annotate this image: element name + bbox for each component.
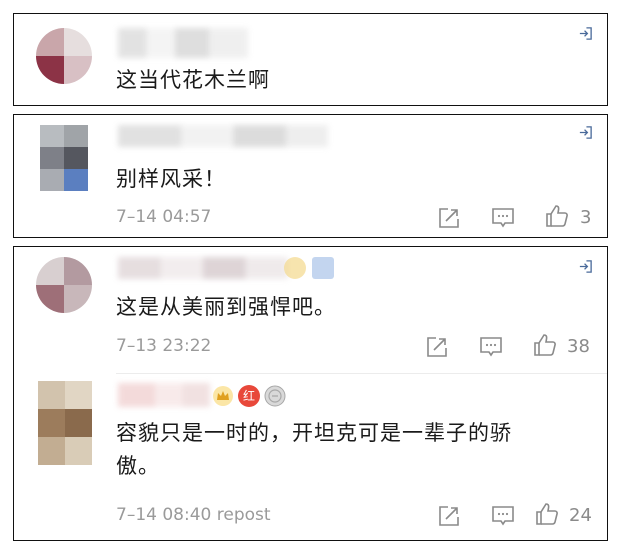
comment-card-3: 这是从美丽到强悍吧。 7–13 23:22 38 红 容貌只是一时的，开坦克可是… [13,246,608,541]
timestamp: 7–14 08:40 repost [116,505,271,525]
share-icon[interactable] [436,205,462,231]
thumbs-up-icon[interactable] [532,332,558,358]
username[interactable] [118,383,210,407]
reply-corner-icon[interactable] [578,259,593,274]
avatar[interactable] [36,28,92,84]
comment-text: 别样风采！ [116,167,226,191]
badge-icon [312,257,334,279]
username[interactable] [118,125,328,147]
thumbs-up-icon[interactable] [534,501,560,527]
timestamp: 7–13 23:22 [116,336,212,356]
silver-medal-icon [264,385,286,407]
comment-icon[interactable] [478,334,504,360]
username[interactable] [118,257,288,279]
red-badge-icon: 红 [238,385,260,407]
timestamp: 7–14 04:57 [116,207,212,227]
comment-icon[interactable] [490,503,516,529]
comment-icon[interactable] [490,205,516,231]
comment-text: 这是从美丽到强悍吧。 [116,295,336,319]
like-count: 3 [580,207,592,228]
crown-badge-icon [213,386,233,406]
thumbs-up-icon[interactable] [544,203,570,229]
share-icon[interactable] [424,334,450,360]
avatar[interactable] [36,257,92,313]
badge-icon [284,257,306,279]
reply-corner-icon[interactable] [578,125,593,140]
avatar[interactable] [40,125,88,191]
comment-text: 容貌只是一时的，开坦克可是一辈子的骄傲。 [116,421,512,478]
comment-card-1: 这当代花木兰啊 [13,13,608,106]
avatar[interactable] [38,381,92,465]
like-count: 38 [567,336,590,357]
share-icon[interactable] [436,503,462,529]
like-count: 24 [569,505,592,526]
reply-corner-icon[interactable] [578,26,593,41]
username[interactable] [118,28,248,58]
comment-text: 这当代花木兰啊 [116,68,270,92]
comment-card-2: 别样风采！ 7–14 04:57 3 [13,114,608,238]
divider [116,373,607,374]
